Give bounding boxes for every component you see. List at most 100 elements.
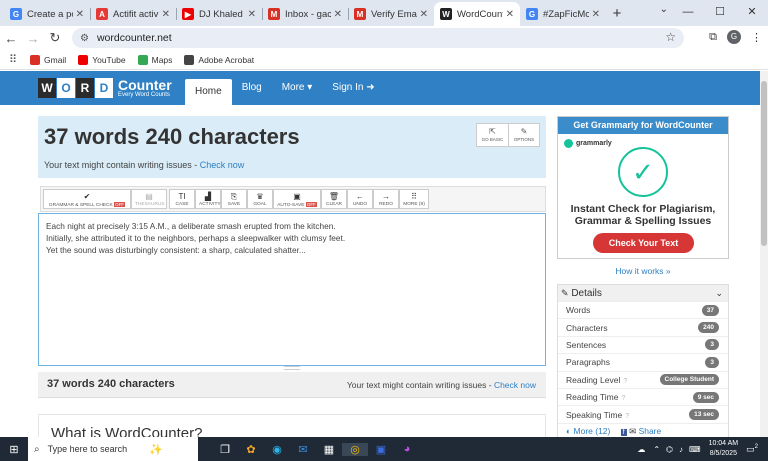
- site-info-icon[interactable]: ⚙: [80, 33, 89, 44]
- extensions-icon[interactable]: ⧉: [709, 31, 717, 44]
- grammarly-logo-icon: [564, 139, 573, 148]
- outlook-icon[interactable]: ✉: [290, 443, 316, 456]
- nav-home[interactable]: Home: [185, 79, 232, 105]
- messenger-icon[interactable]: ◕: [394, 443, 420, 456]
- more-details-link[interactable]: More (12): [574, 426, 611, 436]
- save-button[interactable]: ⎘ SAVE: [221, 189, 247, 209]
- browser-tab[interactable]: W WordCounte✕: [434, 2, 520, 26]
- network-icon[interactable]: ⌬: [666, 445, 673, 454]
- tab-title: Inbox - gache: [285, 8, 331, 20]
- footer-writing-issues-note: Your text might contain writing issues -…: [346, 380, 536, 390]
- close-tab-icon[interactable]: ✕: [506, 9, 514, 20]
- profile-avatar[interactable]: G: [727, 30, 741, 44]
- page-scrollbar[interactable]: [760, 71, 768, 437]
- bookmark-icon: [184, 54, 195, 65]
- scrollbar-thumb[interactable]: [761, 81, 767, 246]
- thesaurus-button[interactable]: ▤ THESAURUS: [131, 189, 167, 209]
- help-icon[interactable]: ?: [623, 378, 627, 385]
- bookmark-item[interactable]: Adobe Acrobat: [184, 54, 254, 65]
- close-tab-icon[interactable]: ✕: [162, 9, 170, 20]
- weather-icon[interactable]: ☁: [637, 445, 645, 454]
- share-link[interactable]: Share: [639, 426, 662, 436]
- close-tab-icon[interactable]: ✕: [592, 9, 600, 20]
- volume-icon[interactable]: ♪: [679, 445, 683, 454]
- activity-button[interactable]: ▟ ACTIVITY: [195, 189, 221, 209]
- gmail-icon: M: [354, 8, 366, 20]
- clear-button[interactable]: 🗑 CLEAR: [321, 189, 347, 209]
- new-tab-button[interactable]: +: [606, 2, 628, 26]
- tab-title: Verify Email A: [371, 8, 417, 20]
- bookmark-item[interactable]: YouTube: [78, 54, 126, 65]
- autosave-button[interactable]: ▣ AUTO-SAVE OFF: [273, 189, 321, 209]
- maximize-button[interactable]: ☐: [704, 0, 736, 24]
- clock[interactable]: 10:04 AM 8/5/2025: [709, 439, 739, 459]
- browser-tab[interactable]: ▶ DJ Khaled - Fr✕: [176, 2, 262, 26]
- how-it-works-link[interactable]: How it works »: [557, 266, 729, 276]
- browser-tab[interactable]: G #ZapFicMonc✕: [520, 2, 606, 26]
- bookmark-star-icon[interactable]: ☆: [665, 30, 676, 44]
- goal-button[interactable]: ♛ GOAL: [247, 189, 273, 209]
- help-icon[interactable]: ?: [625, 413, 629, 420]
- details-label: Reading Time: [566, 392, 619, 403]
- tab-title: Create a post: [27, 8, 73, 20]
- ad-title: Instant Check for Plagiarism, Grammar & …: [570, 203, 716, 227]
- task-view-icon[interactable]: ❐: [212, 443, 238, 456]
- close-tab-icon[interactable]: ✕: [248, 9, 256, 20]
- grammar-check-button[interactable]: ✔ GRAMMAR & SPELL CHECK OFF: [43, 189, 131, 209]
- forward-button[interactable]: →: [22, 31, 44, 46]
- options-button[interactable]: ✎ OPTIONS: [508, 124, 539, 146]
- bookmark-item[interactable]: Gmail: [30, 54, 66, 65]
- nav-blog[interactable]: Blog: [232, 75, 272, 101]
- browser-tab[interactable]: G Create a post✕: [4, 2, 90, 26]
- browser-tab[interactable]: A Actifit activity✕: [90, 2, 176, 26]
- case-button[interactable]: TI CASE: [169, 189, 195, 209]
- apps-grid-icon[interactable]: ⠿: [0, 53, 26, 66]
- menu-icon[interactable]: ⋮: [751, 31, 762, 44]
- help-icon[interactable]: ?: [621, 395, 625, 402]
- bookmarks-bar: ⠿ Gmail YouTube Maps Adobe Acrobat: [0, 50, 768, 70]
- details-value: 240: [698, 322, 719, 334]
- resize-handle[interactable]: [284, 366, 300, 370]
- sparkles-icon: ✨: [149, 443, 163, 456]
- language-icon[interactable]: ⌨: [689, 445, 701, 454]
- check-your-text-button[interactable]: Check Your Text: [593, 233, 694, 253]
- taskbar-search[interactable]: ⌕ Type here to search ✨: [28, 437, 198, 461]
- more-tools-button[interactable]: ⠿ MORE (9): [399, 189, 429, 209]
- copilot-icon[interactable]: ✿: [238, 443, 264, 456]
- redo-button[interactable]: → REDO: [373, 189, 399, 209]
- edge-icon[interactable]: ◉: [264, 443, 290, 456]
- start-button[interactable]: ⊞: [0, 443, 28, 456]
- back-button[interactable]: ←: [0, 31, 22, 46]
- wordcounter-logo[interactable]: W O R D Counter Every Word Counts: [38, 78, 172, 98]
- address-bar[interactable]: ⚙ wordcounter.net ☆: [72, 28, 684, 48]
- store-icon[interactable]: ▦: [316, 443, 342, 456]
- tab-search-icon[interactable]: ⌄: [660, 4, 668, 15]
- browser-tab[interactable]: M Verify Email A✕: [348, 2, 434, 26]
- minimize-button[interactable]: —: [672, 0, 704, 24]
- notifications-icon[interactable]: ▭2: [746, 444, 758, 455]
- undo-button[interactable]: ← UNDO: [347, 189, 373, 209]
- go-basic-button[interactable]: ⇱ GO BASIC: [477, 124, 508, 146]
- nav-more[interactable]: More ▾: [272, 75, 323, 101]
- details-header[interactable]: ✎ Details ⌄: [558, 285, 728, 301]
- footer-check-now-link[interactable]: Check now: [494, 380, 536, 390]
- grammarly-ad[interactable]: Get Grammarly for WordCounter grammarly …: [557, 116, 729, 259]
- app-icon[interactable]: ▣: [368, 443, 394, 456]
- chevron-up-icon[interactable]: ⌃: [653, 445, 660, 454]
- close-tab-icon[interactable]: ✕: [76, 9, 84, 20]
- text-editor[interactable]: Each night at precisely 3:15 A.M., a del…: [38, 213, 546, 366]
- details-label: Speaking Time: [566, 409, 623, 420]
- details-value: 13 sec: [689, 409, 719, 421]
- close-window-button[interactable]: ✕: [736, 0, 768, 24]
- check-now-link[interactable]: Check now: [200, 160, 245, 170]
- close-tab-icon[interactable]: ✕: [334, 9, 342, 20]
- nav-sign-in[interactable]: Sign In ➜: [322, 75, 384, 101]
- undo-icon: ←: [356, 192, 364, 201]
- external-link-icon: ⇱: [489, 127, 496, 136]
- tab-title: DJ Khaled - Fr: [199, 8, 245, 20]
- reload-button[interactable]: ↻: [44, 30, 66, 46]
- bookmark-item[interactable]: Maps: [137, 54, 172, 65]
- chrome-icon[interactable]: ◎: [342, 442, 368, 456]
- close-tab-icon[interactable]: ✕: [420, 9, 428, 20]
- browser-tab[interactable]: M Inbox - gache✕: [262, 2, 348, 26]
